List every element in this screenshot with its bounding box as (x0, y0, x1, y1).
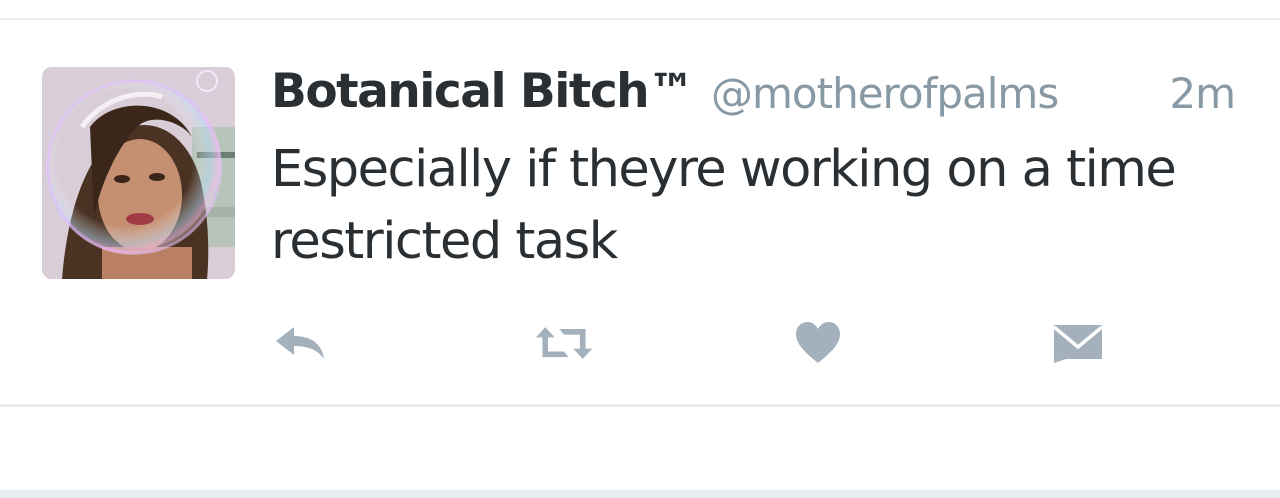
retweet-button[interactable] (534, 315, 594, 371)
retweet-icon (535, 327, 593, 359)
tweet-divider (0, 404, 1280, 407)
reply-icon (276, 327, 324, 359)
envelope-icon (1052, 325, 1104, 363)
display-name[interactable]: Botanical Bitch™ (271, 62, 695, 122)
tweet-card[interactable]: Botanical Bitch™ @motherofpalms 2m Espec… (0, 20, 1280, 405)
username-handle[interactable]: @motherofpalms (711, 64, 1059, 124)
tweet-text-line: Especially if theyre working on a time (271, 140, 1177, 199)
direct-message-button[interactable] (1048, 315, 1108, 371)
reply-button[interactable] (270, 315, 330, 371)
heart-icon (796, 322, 840, 363)
tweet-text-line: restricted task (271, 212, 618, 271)
timestamp[interactable]: 2m (1169, 64, 1236, 124)
tweet-header: Botanical Bitch™ @motherofpalms 2m (271, 62, 1241, 126)
tweet-text: Especially if theyre working on a time r… (271, 134, 1231, 278)
action-bar (0, 315, 1280, 375)
avatar-image (42, 67, 235, 279)
avatar[interactable] (42, 67, 235, 279)
footer-strip (0, 490, 1280, 498)
like-button[interactable] (788, 315, 848, 371)
